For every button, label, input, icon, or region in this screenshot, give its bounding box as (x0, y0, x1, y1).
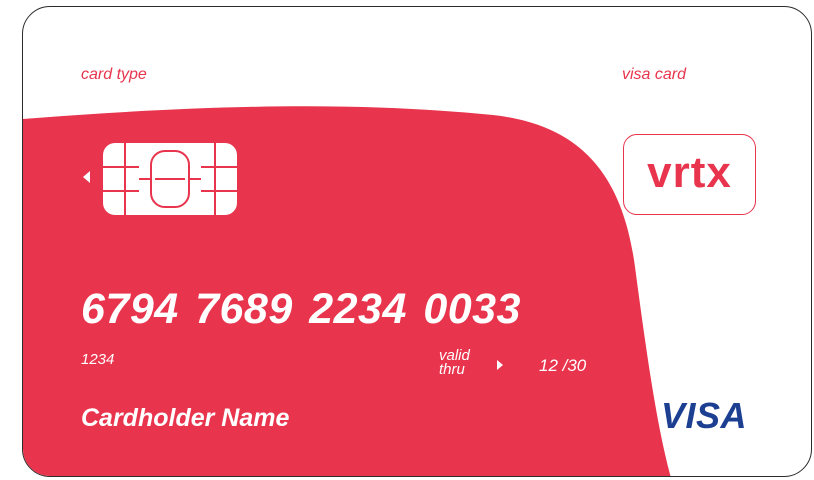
visa-logo: VISA (661, 395, 748, 436)
cardholder-name: Cardholder Name (81, 404, 290, 432)
valid-thru-label: valid thru (439, 348, 470, 378)
arrow-left-icon (83, 171, 90, 183)
arrow-right-icon (497, 360, 503, 370)
card-type-label: card type (81, 66, 147, 83)
chip-icon (83, 143, 237, 215)
card-small-code: 1234 (81, 351, 115, 368)
valid-thru-line2: thru (439, 361, 465, 378)
expiry-date: 12 /30 (539, 356, 587, 375)
credit-card: card type visa card vrtx 6794 7689 2234 … (22, 6, 812, 477)
brand-logo: vrtx (623, 134, 756, 215)
brand-logo-text: vrtx (647, 147, 732, 197)
visa-card-label: visa card (622, 66, 687, 83)
card-number: 6794 7689 2234 0033 (81, 285, 521, 333)
